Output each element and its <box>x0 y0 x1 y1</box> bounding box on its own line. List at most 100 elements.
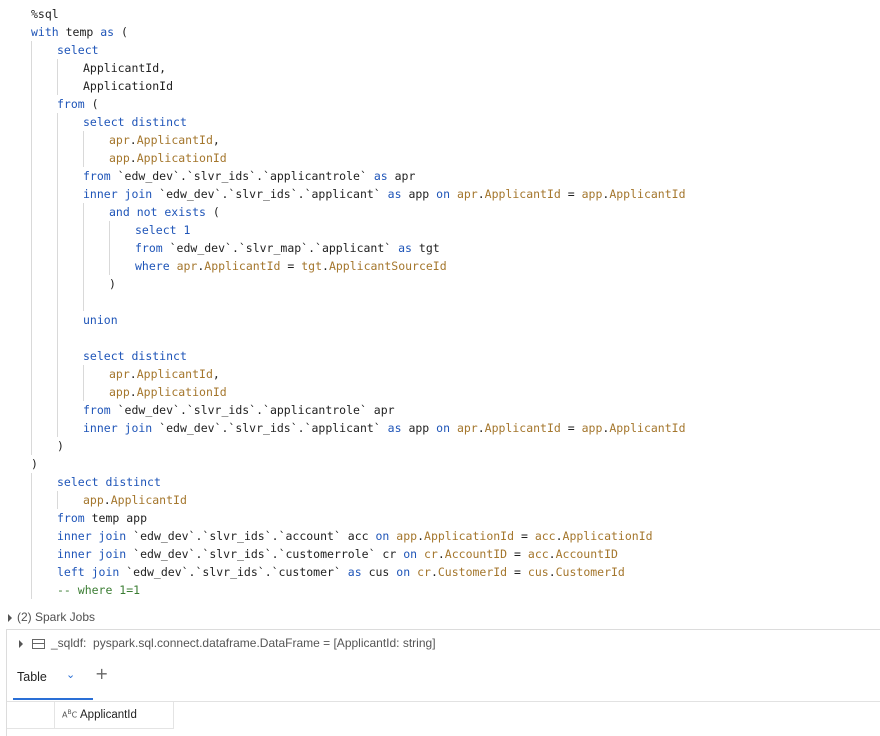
code-token: -- where 1=1 <box>57 583 141 597</box>
code-text: from `edw_dev`.`slvr_ids`.`applicantrole… <box>83 401 395 419</box>
code-token: distinct <box>131 349 187 363</box>
indent-guide <box>57 401 58 419</box>
indent-guide <box>109 239 110 257</box>
table-header: ABC ApplicantId <box>7 702 174 729</box>
code-token: select <box>83 115 125 129</box>
dataframe-schema-row[interactable]: _sqldf: pyspark.sql.connect.dataframe.Da… <box>19 634 436 652</box>
code-token: cus <box>527 565 549 579</box>
indent-guide <box>31 149 32 167</box>
indent-guide <box>57 239 58 257</box>
code-token: app <box>109 385 130 399</box>
code-token: ApplicantSourceId <box>328 259 447 273</box>
expand-triangle-icon <box>8 613 12 622</box>
code-text: app.ApplicationId <box>109 149 227 167</box>
sql-code-editor[interactable]: %sql with temp as (select ApplicantId, Appl… <box>0 5 880 599</box>
code-token: , <box>212 367 220 381</box>
indent-guide <box>109 221 110 239</box>
code-text: from `edw_dev`.`slvr_map`.`applicant` as… <box>135 239 440 257</box>
code-token: CustomerId <box>555 565 625 579</box>
column-header-applicantid[interactable]: ABC ApplicantId <box>54 702 174 728</box>
code-line: ) <box>0 437 880 455</box>
code-line: from `edw_dev`.`slvr_ids`.`applicantrole… <box>0 167 880 185</box>
code-token: `edw_dev`.`slvr_ids`.`applicant` <box>152 421 388 435</box>
code-text: from temp app <box>57 509 147 527</box>
code-line: ) <box>0 275 880 293</box>
indent-guide <box>31 329 32 347</box>
code-text: where apr.ApplicantId = tgt.ApplicantSou… <box>135 257 447 275</box>
indent-guide <box>57 365 58 383</box>
code-token: as <box>398 241 412 255</box>
indent-guide <box>57 203 58 221</box>
code-token: from <box>57 511 85 525</box>
code-token: . <box>417 529 425 543</box>
code-text: apr.ApplicantId, <box>109 365 220 383</box>
indent-guide <box>57 383 58 401</box>
indent-guide <box>31 185 32 203</box>
code-token: %sql <box>31 7 59 21</box>
add-tab-icon[interactable]: + <box>95 664 108 683</box>
indent-guide <box>83 239 84 257</box>
code-line: app.ApplicationId <box>0 383 880 401</box>
code-line: and not exists ( <box>0 203 880 221</box>
indent-guide <box>31 365 32 383</box>
code-token: cr <box>424 547 438 561</box>
tab-table[interactable]: Table <box>17 670 47 684</box>
indent-guide <box>31 239 32 257</box>
code-text: %sql <box>31 5 59 23</box>
spark-jobs-toggle[interactable]: (2) Spark Jobs <box>8 608 95 626</box>
code-text: select distinct <box>83 347 187 365</box>
code-line: from `edw_dev`.`slvr_map`.`applicant` as… <box>0 239 880 257</box>
code-token: acc <box>527 547 549 561</box>
code-text: inner join `edw_dev`.`slvr_ids`.`applica… <box>83 185 686 203</box>
code-line: ApplicationId <box>0 77 880 95</box>
code-token: = <box>560 187 582 201</box>
code-line: from temp app <box>0 509 880 527</box>
code-token: ApplicantId <box>136 133 213 147</box>
code-text: with temp as ( <box>31 23 128 41</box>
indent-guide <box>57 113 58 131</box>
indent-guide <box>31 509 32 527</box>
indent-guide <box>31 311 32 329</box>
code-text: and not exists ( <box>109 203 220 221</box>
code-token: on <box>436 421 450 435</box>
code-token: on <box>396 565 411 579</box>
code-text: from ( <box>57 95 99 113</box>
code-token: tgt <box>301 259 323 273</box>
code-token: . <box>555 529 563 543</box>
code-token: apr <box>176 259 198 273</box>
code-token: = <box>280 259 302 273</box>
code-token: ApplicantId <box>204 259 281 273</box>
indent-guide <box>83 275 84 293</box>
expand-triangle-icon <box>19 639 23 648</box>
code-text: inner join `edw_dev`.`slvr_ids`.`custome… <box>57 545 618 563</box>
dataframe-name: _sqldf: <box>51 636 87 650</box>
code-token: . <box>129 385 137 399</box>
code-line: app.ApplicantId <box>0 491 880 509</box>
code-text: app.ApplicantId <box>83 491 187 509</box>
column-name: ApplicantId <box>80 709 137 721</box>
code-token: ) <box>109 277 116 291</box>
code-token: where <box>135 259 170 273</box>
code-token: app <box>83 493 104 507</box>
code-token: `edw_dev`.`slvr_ids`.`customerrole` cr <box>126 547 404 561</box>
code-token: ( <box>114 25 128 39</box>
code-token: ApplicationId <box>136 385 227 399</box>
code-line: select distinct <box>0 347 880 365</box>
code-token: distinct <box>131 115 187 129</box>
code-token: as <box>387 421 402 435</box>
code-token: `edw_dev`.`slvr_ids`.`customer` <box>119 565 348 579</box>
code-token: AccountID <box>444 547 508 561</box>
code-token: `edw_dev`.`slvr_ids`.`applicantrole` apr <box>110 403 395 417</box>
indent-guide <box>57 347 58 365</box>
code-token: apr <box>456 187 478 201</box>
code-token: . <box>437 547 445 561</box>
code-token: `edw_dev`.`slvr_map`.`applicant` <box>162 241 399 255</box>
code-token: . <box>477 187 485 201</box>
code-token: from <box>83 169 111 183</box>
table-icon <box>32 638 45 649</box>
code-text: select <box>57 41 99 59</box>
row-number-header <box>7 702 55 728</box>
chevron-down-icon[interactable]: ⌄ <box>66 668 75 681</box>
code-token: . <box>129 133 137 147</box>
